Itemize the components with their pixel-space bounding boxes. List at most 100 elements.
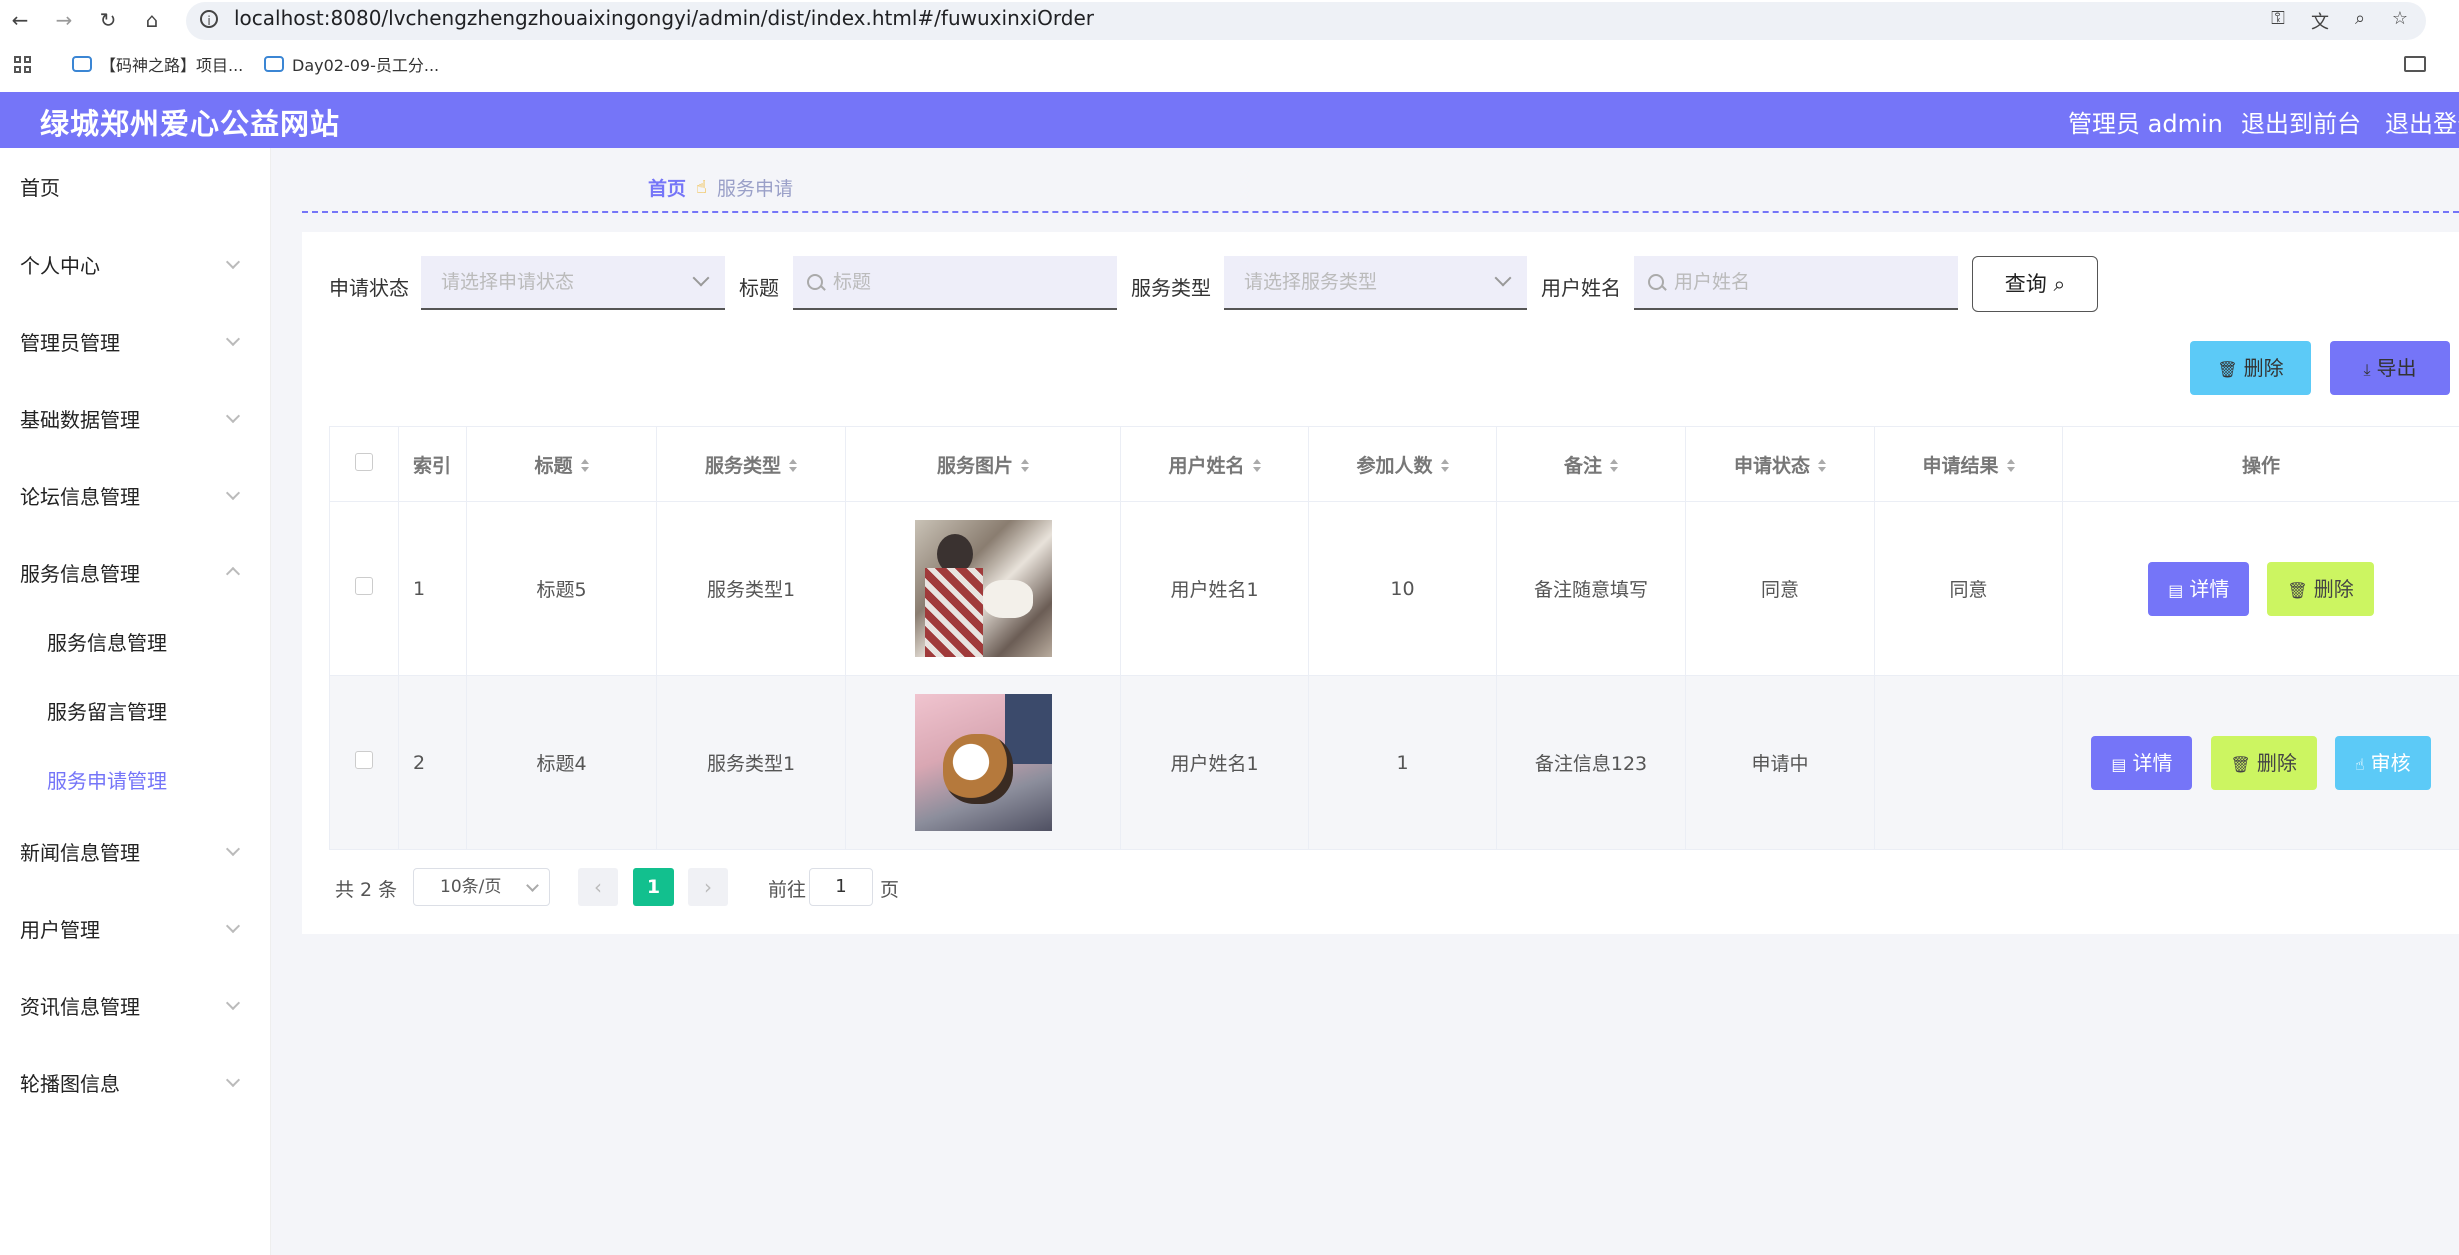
service-image[interactable] (914, 694, 1052, 831)
breadcrumb-home[interactable]: 首页 (648, 174, 686, 201)
goto-label: 前往 (768, 879, 807, 901)
trash-icon: 🗑 (2287, 580, 2308, 600)
menu-label: 服务留言管理 (47, 700, 167, 724)
select-all-checkbox[interactable] (355, 452, 373, 471)
sort-icon[interactable] (2006, 459, 2015, 473)
column-header-type[interactable]: 服务类型 (656, 426, 846, 502)
table-row: 1 标题5 服务类型1 用户姓名1 10 备注随意填写 同意 同意 ▤ 详情 🗑 删… (329, 501, 2459, 676)
index-cell: 2 (398, 675, 467, 850)
sort-icon[interactable] (789, 459, 797, 473)
user-name-search-input[interactable]: 用户姓名 (1634, 256, 1958, 310)
chevron-down-icon (225, 1072, 241, 1088)
sort-icon[interactable] (1818, 459, 1826, 473)
status-select[interactable]: 请选择申请状态 (421, 256, 725, 310)
column-header-result[interactable]: 申请结果 (1874, 426, 2063, 502)
bookmark-star-icon[interactable]: ☆ (2388, 8, 2412, 29)
goto-unit-label: 页 (880, 879, 900, 901)
exit-to-front-link[interactable]: 退出到前台 (2241, 104, 2361, 139)
search-icon (807, 274, 823, 290)
logout-link[interactable]: 退出登录 (2385, 104, 2459, 139)
prev-page-button[interactable]: ‹ (578, 868, 618, 906)
title-input-placeholder: 标题 (833, 271, 872, 293)
detail-button[interactable]: ▤ 详情 (2091, 735, 2193, 790)
password-key-icon[interactable]: ⚿ (2266, 8, 2290, 29)
sort-icon[interactable] (1252, 459, 1261, 473)
url-text[interactable]: localhost:8080/lvchengzhengzhouaixingong… (234, 6, 1094, 30)
pagination-total: 共 2 条 (335, 879, 398, 901)
menu-label: 服务信息管理 (20, 562, 140, 586)
sidebar-item-service-info[interactable]: 服务信息管理 (0, 614, 270, 666)
goto-page-input[interactable]: 1 (809, 868, 873, 906)
bookmark-1[interactable]: 【码神之路】项目... (72, 52, 243, 76)
menu-label: 首页 (20, 176, 60, 200)
column-header-status[interactable]: 申请状态 (1685, 426, 1875, 502)
sort-icon[interactable] (580, 459, 589, 473)
sidebar-item-admin-management[interactable]: 管理员管理 (0, 314, 270, 366)
document-icon: ▤ (2168, 580, 2184, 600)
batch-delete-button[interactable]: 🗑 删除 (2190, 341, 2311, 395)
back-icon[interactable]: ← (8, 8, 32, 32)
search-icon: ⌕ (2053, 272, 2066, 296)
status-cell: 同意 (1685, 501, 1875, 676)
sidebar-item-basic-data[interactable]: 基础数据管理 (0, 391, 270, 443)
sidebar-item-service-info-group[interactable]: 服务信息管理 (0, 545, 270, 597)
sidebar-item-forum[interactable]: 论坛信息管理 (0, 468, 270, 520)
chevron-up-icon (225, 566, 241, 582)
sort-icon[interactable] (1440, 459, 1449, 473)
chevron-down-icon (692, 269, 710, 287)
audit-button[interactable]: ☝ 审核 (2334, 735, 2431, 790)
row-checkbox[interactable] (355, 751, 373, 769)
service-image[interactable] (914, 520, 1052, 657)
row-select-cell (329, 675, 399, 850)
export-button[interactable]: ⤓ 导出 (2330, 341, 2450, 395)
service-type-select[interactable]: 请选择服务类型 (1224, 256, 1527, 310)
column-header-count[interactable]: 参加人数 (1308, 426, 1497, 502)
type-select-placeholder: 请选择服务类型 (1244, 271, 1378, 293)
chevron-down-icon (225, 485, 241, 501)
next-page-button[interactable]: › (688, 868, 728, 906)
sidebar-item-service-application[interactable]: 服务申请管理 (0, 752, 270, 804)
forward-icon[interactable]: → (52, 8, 76, 32)
site-info-icon[interactable]: i (200, 10, 218, 28)
delete-button[interactable]: 🗑 删除 (2267, 561, 2374, 616)
bookmark-2[interactable]: Day02-09-员工分... (264, 52, 439, 76)
folder-icon[interactable] (2404, 56, 2426, 72)
trash-icon: 🗑 (2217, 360, 2238, 379)
page-size-select[interactable]: 10条/页 (413, 868, 550, 906)
delete-label: 删除 (2243, 356, 2284, 380)
type-filter-label: 服务类型 (1131, 276, 1211, 300)
delete-button[interactable]: 🗑 删除 (2210, 735, 2317, 790)
status-filter-label: 申请状态 (329, 276, 409, 300)
actions-cell: ▤ 详情 🗑 删除 (2062, 501, 2459, 676)
apps-grid-icon[interactable] (14, 56, 32, 74)
sidebar-item-information[interactable]: 资讯信息管理 (0, 978, 270, 1030)
sidebar-item-service-message[interactable]: 服务留言管理 (0, 683, 270, 735)
page-number-current[interactable]: 1 (633, 868, 674, 906)
home-icon[interactable]: ⌂ (140, 8, 164, 32)
reload-icon[interactable]: ↻ (96, 8, 120, 32)
count-cell: 1 (1308, 675, 1497, 850)
detail-button[interactable]: ▤ 详情 (2148, 561, 2250, 616)
result-cell (1874, 675, 2063, 850)
chevron-down-icon (225, 408, 241, 424)
sort-icon[interactable] (1021, 459, 1029, 473)
column-header-title[interactable]: 标题 (466, 426, 657, 502)
row-checkbox[interactable] (355, 577, 373, 595)
row-select-cell (329, 501, 399, 676)
sidebar-item-personal-center[interactable]: 个人中心 (0, 237, 270, 289)
chevron-down-icon (225, 254, 241, 270)
translate-icon[interactable]: 文 (2308, 8, 2332, 34)
zoom-icon[interactable]: ⌕ (2348, 8, 2372, 29)
sidebar-item-home[interactable]: 首页 (0, 159, 270, 211)
sidebar-item-news[interactable]: 新闻信息管理 (0, 824, 270, 876)
menu-label: 基础数据管理 (20, 408, 140, 432)
header-label: 申请状态 (1733, 454, 1810, 477)
sidebar-item-users[interactable]: 用户管理 (0, 901, 270, 953)
sort-icon[interactable] (1610, 459, 1618, 473)
sidebar-item-carousel[interactable]: 轮播图信息 (0, 1055, 270, 1107)
column-header-image[interactable]: 服务图片 (845, 426, 1121, 502)
query-button[interactable]: 查询 ⌕ (1972, 256, 2098, 312)
title-search-input[interactable]: 标题 (793, 256, 1117, 310)
column-header-user[interactable]: 用户姓名 (1120, 426, 1309, 502)
column-header-note[interactable]: 备注 (1496, 426, 1686, 502)
